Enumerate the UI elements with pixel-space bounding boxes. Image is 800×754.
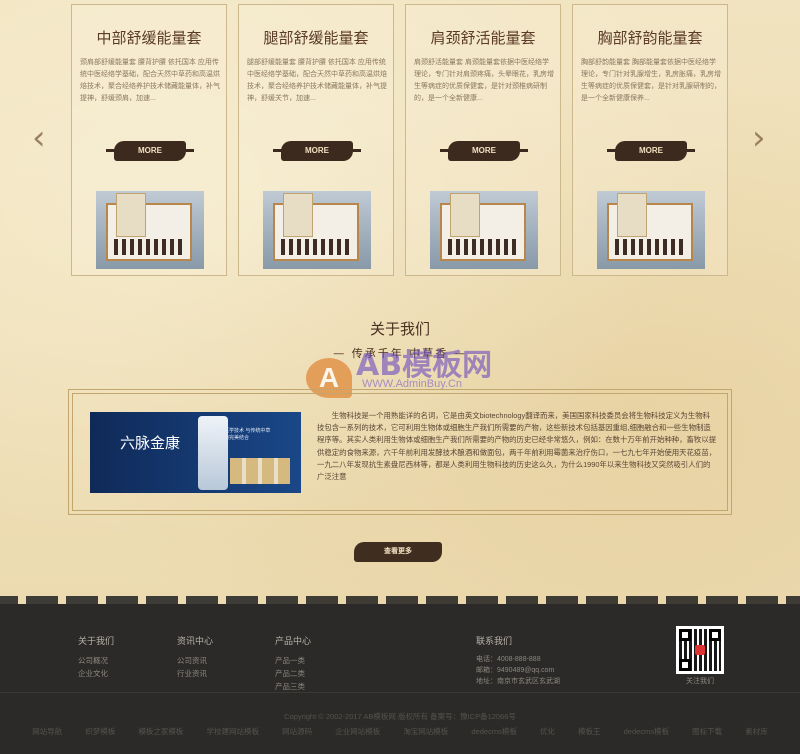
about-title: 关于我们 [369, 320, 430, 338]
friendly-links: 网站导航 织梦模板 模板之家模板 学校建网站模板 网站源码 企业网站模板 淘宝网… [0, 726, 800, 737]
footer-col-about: 关于我们 公司概况 企业文化 [78, 634, 114, 680]
about-text: 生物科技是一个用熟能详的名词，它是由英文biotechnology翻译而来，美国… [317, 411, 717, 482]
footer-col-news: 资讯中心 公司资讯 行业资讯 [177, 634, 213, 680]
footer-link[interactable]: 公司概况 [78, 654, 114, 667]
product-title[interactable]: 胸部舒韵能量套 [573, 27, 727, 48]
watermark-badge: A [306, 358, 352, 398]
about-image-slogan: 现代医学技术 与传统中草本方的完美结合 [214, 428, 271, 441]
product-description: 腿部舒缓能量套 腰背护腰 依托国本 应用传统中医经络学基础，配合天然中草药和高温… [247, 59, 387, 102]
about-image: 六脉金康 现代医学技术 与传统中草本方的完美结合 [90, 412, 301, 493]
friendly-link[interactable]: 优化 [540, 727, 555, 736]
friendly-link[interactable]: 企业网站模板 [335, 727, 380, 736]
product-title[interactable]: 腿部舒缓能量套 [239, 27, 393, 48]
product-card[interactable]: 胸部舒韵能量套 胸部舒韵能量套 胸部能量套依据中医经络学理论，专门针对乳腺增生，… [572, 4, 728, 276]
product-card[interactable]: 中部舒缓能量套 颈肩部舒缓能量套 腰背护腰 依托国本 应用传统中医经络学基础，配… [71, 4, 227, 276]
more-button[interactable]: MORE [273, 141, 361, 161]
friendly-link[interactable]: 网站导航 [32, 727, 62, 736]
friendly-link[interactable]: dedecms模板 [471, 727, 516, 736]
carousel-next-arrow[interactable]: › [752, 120, 768, 156]
qr-caption: 关注我们 [686, 678, 714, 685]
footer-link[interactable]: 企业文化 [78, 667, 114, 680]
friendly-link[interactable]: 模板之家模板 [138, 727, 183, 736]
watermark-url: WWW.AdminBuy.Cn [362, 378, 463, 390]
product-title[interactable]: 中部舒缓能量套 [72, 27, 226, 48]
footer-col-head[interactable]: 资讯中心 [177, 634, 213, 647]
friendly-link[interactable]: 织梦模板 [85, 727, 115, 736]
product-boxes-graphic [230, 458, 290, 484]
contact-email: 邮箱：9490489@qq.com [476, 667, 555, 674]
footer-link[interactable]: 行业资讯 [177, 667, 213, 680]
product-description: 胸部舒韵能量套 胸部能量套依据中医经络学理论，专门针对乳腺增生，乳房胀痛，乳房增… [581, 59, 721, 102]
footer-contact: 联系我们 电话：4008-888-888 邮箱：9490489@qq.com 地… [476, 634, 560, 687]
footer-link[interactable]: 产品一类 [275, 654, 311, 667]
friendly-link[interactable]: 学校建网站模板 [207, 727, 260, 736]
carousel-prev-arrow[interactable]: ‹ [32, 120, 48, 156]
friendly-link[interactable]: 模板王 [578, 727, 601, 736]
footer-col-products: 产品中心 产品一类 产品二类 产品三类 [275, 634, 311, 693]
footer-col-head[interactable]: 关于我们 [78, 634, 114, 647]
more-button[interactable]: MORE [607, 141, 695, 161]
contact-phone: 电话：4008-888-888 [476, 656, 541, 663]
friendly-link[interactable]: 素材库 [745, 727, 768, 736]
about-image-brand: 六脉金康 [120, 434, 181, 452]
more-button[interactable]: MORE [440, 141, 528, 161]
friendly-link[interactable]: 网站源码 [282, 727, 312, 736]
footer: 关于我们 公司概况 企业文化 资讯中心 公司资讯 行业资讯 产品中心 产品一类 … [0, 604, 800, 754]
friendly-link[interactable]: dedecms模板 [624, 727, 669, 736]
more-button[interactable]: MORE [106, 141, 194, 161]
product-card[interactable]: 腿部舒缓能量套 腿部舒缓能量套 腰背护腰 依托国本 应用传统中医经络学基础，配合… [238, 4, 394, 276]
footer-contact-head: 联系我们 [476, 636, 513, 646]
product-description: 肩颈舒活能量套 肩颈能量套依据中医经络学理论，专门针对肩颈疼痛，头晕眼花，乳房增… [414, 59, 554, 102]
copyright: Copyright © 2002-2017 AB模板网 版权所有 备案号：豫IC… [284, 712, 516, 721]
footer-link[interactable]: 公司资讯 [177, 654, 213, 667]
product-card[interactable]: 肩颈舒活能量套 肩颈舒活能量套 肩颈能量套依据中医经络学理论，专门针对肩颈疼痛，… [405, 4, 561, 276]
footer-torn-edge [0, 596, 800, 610]
footer-link[interactable]: 产品二类 [275, 667, 311, 680]
product-description: 颈肩部舒缓能量套 腰背护腰 依托国本 应用传统中医经络学基础，配合天然中草药和高… [80, 59, 220, 102]
see-more-button[interactable]: 查看更多 [354, 542, 442, 562]
about-box: 六脉金康 现代医学技术 与传统中草本方的完美结合 生物科技是一个用熟能详的名词，… [68, 389, 732, 515]
footer-col-head[interactable]: 产品中心 [275, 634, 311, 647]
product-image[interactable] [263, 191, 371, 269]
product-image[interactable] [430, 191, 538, 269]
product-title[interactable]: 肩颈舒活能量套 [406, 27, 560, 48]
product-image[interactable] [597, 191, 705, 269]
contact-address: 地址：南京市玄武区玄武湖 [476, 678, 560, 685]
friendly-link[interactable]: 图标下载 [692, 727, 722, 736]
qr-logo-icon [695, 645, 705, 655]
footer-divider [0, 692, 800, 693]
qr-code [676, 626, 724, 674]
product-image[interactable] [96, 191, 204, 269]
friendly-link[interactable]: 淘宝网站模板 [403, 727, 448, 736]
